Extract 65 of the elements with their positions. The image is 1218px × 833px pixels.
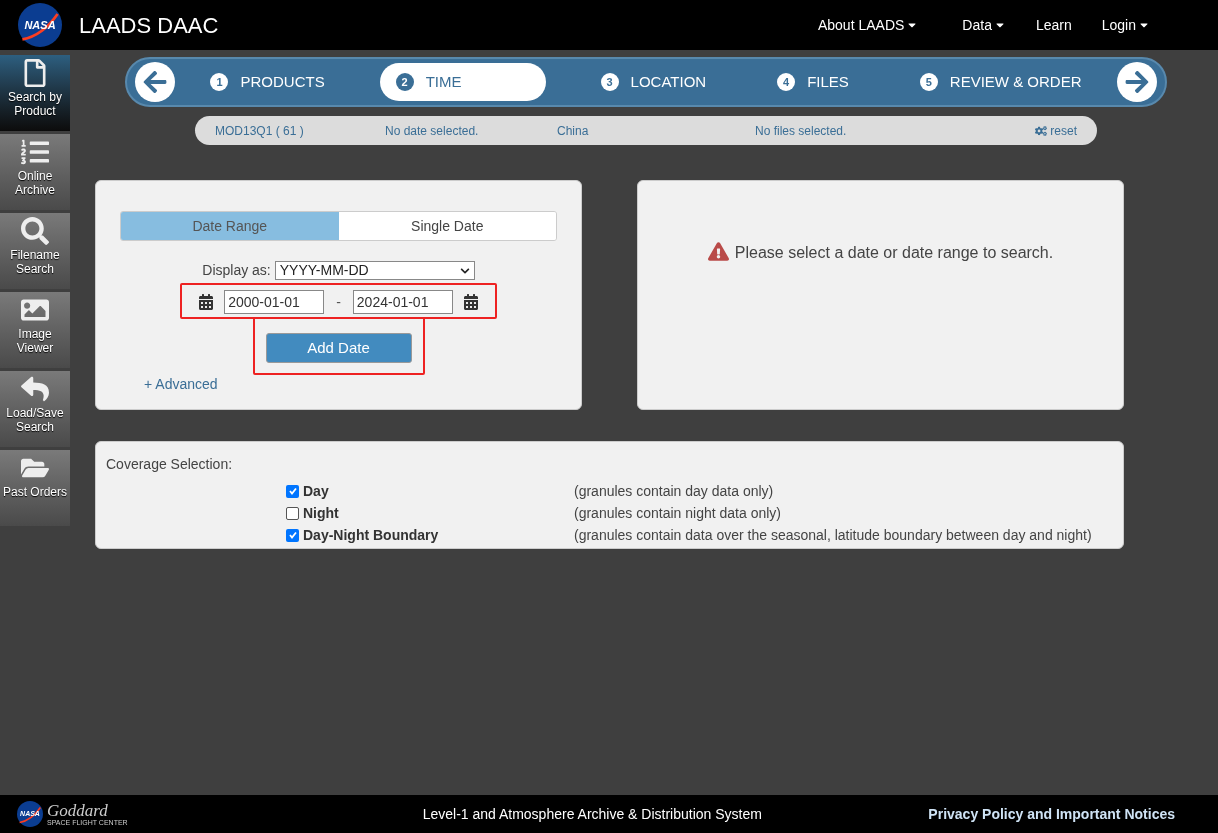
calendar-icon[interactable] — [198, 294, 215, 310]
step-tab[interactable]: 4 FILES — [761, 63, 865, 101]
coverage-option-description: (granules contain night data only) — [574, 503, 782, 523]
summary-date[interactable]: No date selected. — [385, 121, 557, 140]
reset-link[interactable]: reset — [1035, 121, 1077, 140]
add-date-button[interactable]: Add Date — [265, 333, 412, 363]
nav-menu-item[interactable]: Learn — [1035, 14, 1072, 36]
coverage-option-description: (granules contain data over the seasonal, latitude boundary between day and night) — [574, 525, 1092, 545]
coverage-option-label: Day-Night Boundary — [303, 525, 439, 545]
coverage-checkbox[interactable] — [286, 506, 299, 520]
sidebar-item[interactable]: Image Viewer — [0, 292, 70, 368]
search-prompt-message: Please select a date or date range to search. — [734, 243, 1054, 263]
nav-menu-item[interactable]: Data — [962, 14, 1006, 36]
coverage-title: Coverage Selection: — [106, 455, 234, 474]
arrow-left-icon — [142, 69, 168, 95]
step-tab[interactable]: 2 TIME — [379, 63, 546, 101]
step-tab[interactable]: 1 PRODUCTS — [194, 63, 341, 101]
advanced-link[interactable]: + Advanced — [144, 374, 218, 395]
coverage-checkbox[interactable] — [286, 528, 299, 542]
date-format-select[interactable]: YYYY-MM-DD — [274, 261, 475, 280]
summary-product[interactable]: MOD13Q1 ( 61 ) — [215, 121, 385, 140]
sidebar-item[interactable]: Filename Search — [0, 213, 70, 289]
step-tab[interactable]: 5 REVIEW & ORDER — [903, 63, 1098, 101]
summary-files[interactable]: No files selected. — [755, 121, 847, 140]
step-number: 1 — [210, 73, 229, 91]
end-date-field[interactable]: 2024-01-01 — [352, 290, 453, 314]
coverage-option-label: Day — [303, 481, 329, 501]
sidebar-item[interactable]: Load/Save Search — [0, 371, 70, 447]
step-number: 3 — [600, 73, 619, 91]
search-icon — [21, 217, 49, 245]
sidebar-item[interactable]: Past Orders — [0, 450, 70, 526]
site-title[interactable]: LAADS DAAC — [79, 8, 219, 42]
calendar-icon[interactable] — [462, 294, 479, 310]
step-number: 4 — [777, 73, 796, 91]
chevron-down-icon — [459, 265, 470, 276]
display-as-label: Display as: — [202, 261, 271, 280]
step-number: 5 — [919, 73, 938, 91]
coverage-option-description: (granules contain day data only) — [574, 481, 774, 501]
step-label: REVIEW & ORDER — [949, 71, 1082, 92]
warning-icon — [707, 241, 729, 262]
date-mode-tab[interactable]: Single Date — [338, 212, 556, 240]
back-button[interactable] — [135, 62, 175, 102]
step-label: FILES — [807, 71, 849, 92]
gears-icon — [1035, 124, 1048, 137]
nav-menu-item[interactable]: Login — [1101, 14, 1150, 36]
sidebar-item[interactable]: Online Archive — [0, 134, 70, 210]
start-date-field[interactable]: 2000-01-01 — [224, 290, 325, 314]
step-label: PRODUCTS — [240, 71, 325, 92]
coverage-option-label: Night — [303, 503, 339, 523]
step-label: LOCATION — [630, 71, 707, 92]
next-button[interactable] — [1117, 62, 1157, 102]
sidebar-item[interactable]: Search by Product — [0, 55, 70, 131]
date-mode-tab[interactable]: Date Range — [121, 212, 339, 240]
nav-menu-item[interactable]: About LAADS — [817, 14, 919, 36]
step-label: TIME — [425, 71, 462, 92]
step-number: 2 — [395, 73, 414, 91]
summary-location[interactable]: China — [557, 121, 755, 140]
date-separator: - — [336, 292, 341, 312]
footer-system-name: Level-1 and Atmosphere Archive & Distribution System — [422, 804, 762, 824]
arrow-right-icon — [1124, 69, 1150, 95]
coverage-checkbox[interactable] — [286, 484, 299, 498]
reply-arrow-icon — [21, 375, 49, 403]
privacy-link[interactable]: Privacy Policy and Important Notices — [928, 803, 1175, 825]
step-tab[interactable]: 3 LOCATION — [584, 63, 723, 101]
numbered-list-icon — [21, 138, 49, 166]
